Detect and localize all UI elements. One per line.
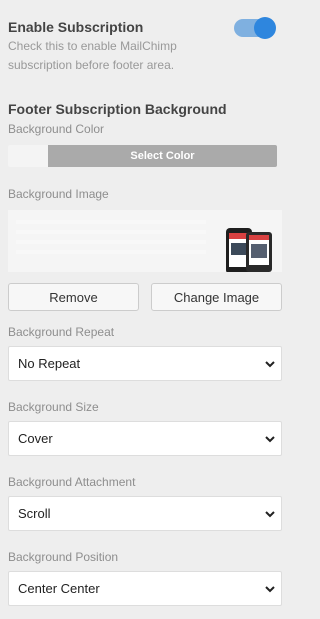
- preview-placeholder: [16, 220, 206, 260]
- background-size-value: Cover: [18, 431, 53, 446]
- background-color-label: Background Color: [8, 122, 105, 136]
- background-position-select[interactable]: Center Center: [8, 571, 282, 606]
- color-swatch[interactable]: [8, 145, 48, 167]
- remove-image-button[interactable]: Remove: [8, 283, 139, 311]
- chevron-down-icon: [265, 360, 275, 367]
- subscription-description: Check this to enable MailChimp subscript…: [8, 39, 177, 72]
- tablet-thumbnail-image: [246, 232, 272, 272]
- background-repeat-label: Background Repeat: [8, 325, 115, 339]
- chevron-down-icon: [265, 435, 275, 442]
- background-position-value: Center Center: [18, 581, 100, 596]
- change-image-button[interactable]: Change Image: [151, 283, 282, 311]
- background-attachment-select[interactable]: Scroll: [8, 496, 282, 531]
- footer-bg-title: Footer Subscription Background: [8, 101, 227, 117]
- background-repeat-value: No Repeat: [18, 356, 81, 371]
- chevron-down-icon: [265, 510, 275, 517]
- background-size-select[interactable]: Cover: [8, 421, 282, 456]
- background-size-label: Background Size: [8, 400, 99, 414]
- background-repeat-select[interactable]: No Repeat: [8, 346, 282, 381]
- customizer-panel: Enable Subscription Check this to enable…: [0, 0, 294, 619]
- toggle-knob: [254, 17, 276, 39]
- background-attachment-value: Scroll: [18, 506, 51, 521]
- background-image-label: Background Image: [8, 187, 109, 201]
- background-image-preview: [8, 210, 282, 272]
- background-position-label: Background Position: [8, 550, 119, 564]
- subscription-title: Enable Subscription: [8, 19, 144, 35]
- background-attachment-label: Background Attachment: [8, 475, 136, 489]
- color-picker[interactable]: Select Color: [8, 145, 277, 167]
- select-color-button[interactable]: Select Color: [48, 145, 277, 167]
- chevron-down-icon: [265, 585, 275, 592]
- subscription-toggle[interactable]: [234, 17, 276, 39]
